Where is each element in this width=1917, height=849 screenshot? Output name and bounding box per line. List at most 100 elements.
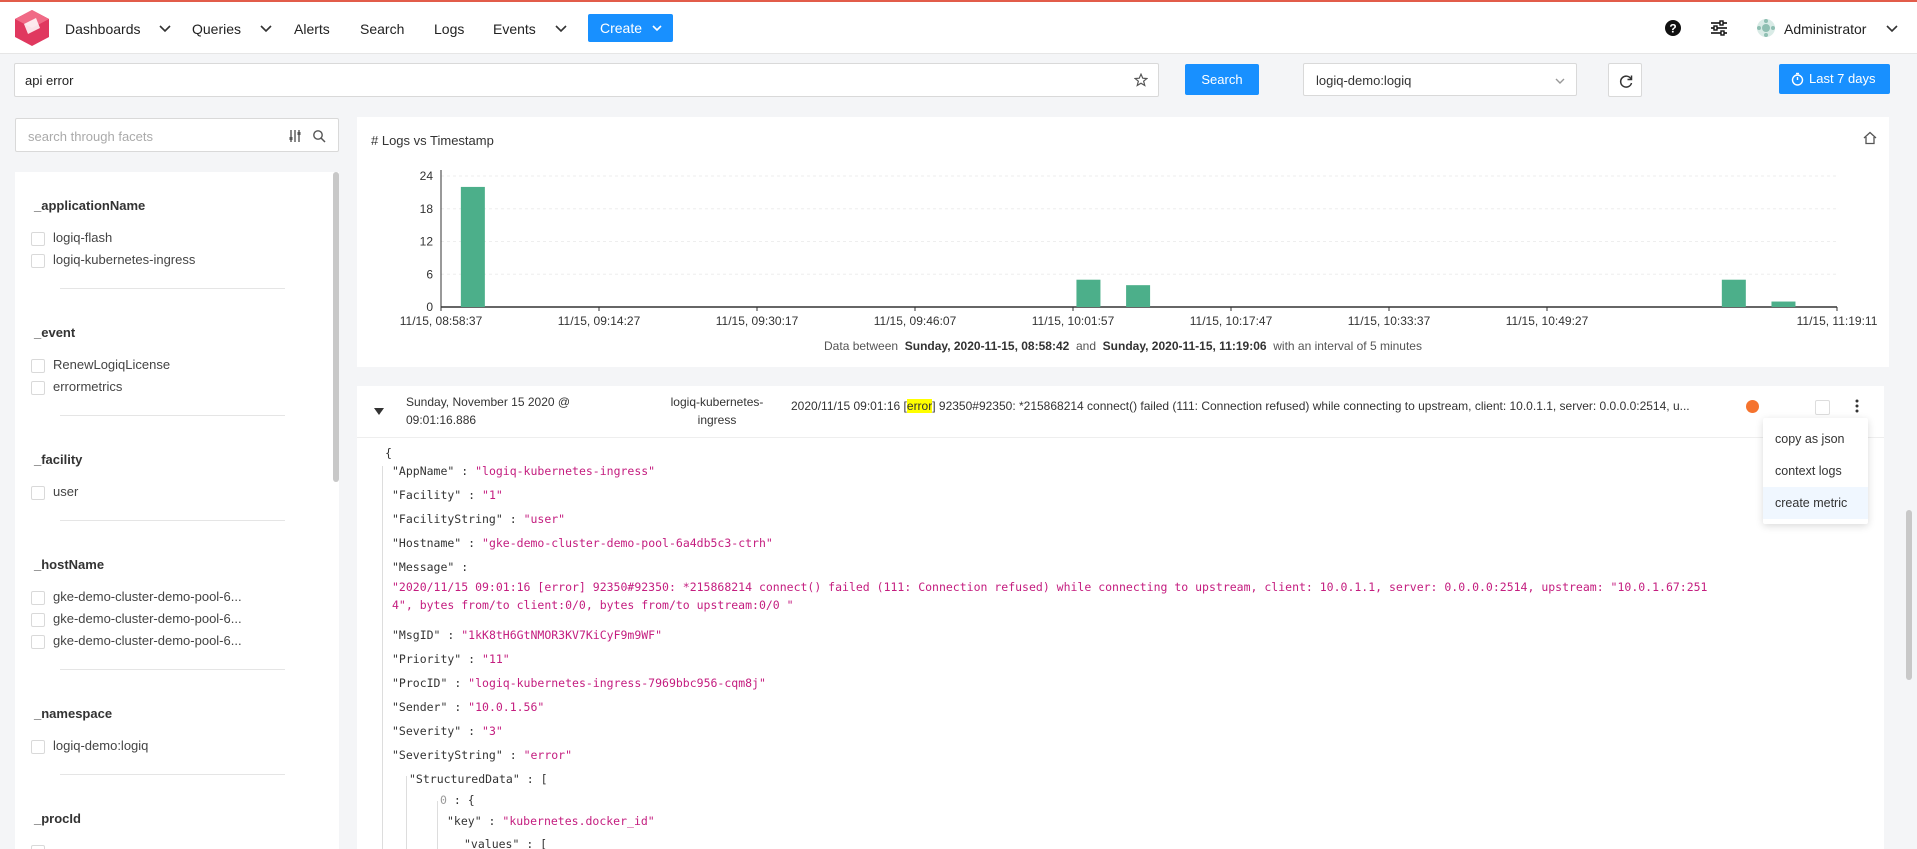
chevron-down-icon[interactable] — [258, 21, 274, 37]
facet-item-label: logiq-kubernetes-ingress — [53, 252, 196, 267]
json-line: "Facility" : "1" — [392, 488, 503, 502]
x-tick-label: 11/15, 10:17:47 — [1190, 314, 1273, 328]
chevron-down-icon — [1555, 78, 1565, 84]
caret-down-icon[interactable] — [374, 408, 384, 416]
log-msg-prefix: 2020/11/15 09:01:16 [ — [791, 399, 907, 413]
checkbox[interactable] — [31, 590, 45, 605]
facet-checkbox-item[interactable] — [31, 842, 53, 849]
help-icon[interactable]: ? — [1663, 18, 1683, 38]
settings-sliders-icon[interactable] — [1709, 18, 1729, 38]
log-timestamp-line1: Sunday, November 15 2020 @ — [406, 395, 571, 409]
json-key: "StructuredData" — [409, 772, 520, 786]
json-key: "values" — [464, 837, 520, 849]
json-value: "1kK8tH6GtNMOR3KV7KiCyF9m9WF" — [461, 628, 663, 642]
facet-checkbox-item[interactable]: RenewLogiqLicense — [31, 356, 170, 374]
json-line: "FacilityString" : "user" — [392, 512, 566, 526]
x-tick-label: 11/15, 08:58:37 — [400, 314, 483, 328]
chevron-down-icon[interactable] — [553, 21, 569, 37]
refresh-button[interactable] — [1608, 63, 1642, 97]
checkbox[interactable] — [31, 612, 45, 627]
json-key: "key" — [447, 814, 482, 828]
json-value: "10.0.1.56" — [468, 700, 545, 714]
nav-search[interactable]: Search — [360, 19, 404, 39]
search-button[interactable]: Search — [1185, 64, 1259, 95]
checkbox[interactable] — [31, 358, 45, 373]
page-scrollbar[interactable] — [1906, 510, 1912, 680]
chart-caption: Data between Sunday, 2020-11-15, 08:58:4… — [357, 339, 1889, 353]
facet-checkbox-item[interactable]: user — [31, 483, 78, 501]
facet-item-label: gke-demo-cluster-demo-pool-6... — [53, 589, 242, 604]
checkbox[interactable] — [31, 485, 45, 500]
nav-queries[interactable]: Queries — [192, 19, 241, 39]
log-message: 2020/11/15 09:01:16 [error] 92350#92350:… — [791, 399, 1741, 413]
json-line: "Priority" : "11" — [392, 652, 510, 666]
more-vertical-icon[interactable] — [1854, 398, 1860, 414]
checkbox[interactable] — [31, 231, 45, 246]
star-icon[interactable] — [1134, 73, 1148, 87]
log-search-input[interactable]: api error — [14, 63, 1159, 97]
facet-divider — [60, 288, 285, 289]
log-row[interactable]: Sunday, November 15 2020 @ 09:01:16.886 … — [357, 386, 1884, 438]
y-tick-label: 0 — [426, 300, 433, 314]
namespace-select[interactable]: logiq-demo:logiq — [1303, 63, 1577, 96]
avatar-icon[interactable] — [1756, 18, 1776, 38]
facet-checkbox-item[interactable]: logiq-demo:logiq — [31, 737, 148, 755]
json-value: "logiq-kubernetes-ingress-7969bbc956-cqm… — [468, 676, 766, 690]
nav-dashboards[interactable]: Dashboards — [65, 19, 141, 39]
search-icon[interactable] — [312, 129, 326, 143]
menu-create-metric[interactable]: create metric — [1763, 487, 1868, 519]
chevron-down-icon — [652, 25, 662, 32]
chevron-down-icon[interactable] — [1884, 21, 1900, 37]
facet-divider — [60, 415, 285, 416]
facet-checkbox-item[interactable]: logiq-flash — [31, 229, 112, 247]
facet-checkbox-item[interactable]: gke-demo-cluster-demo-pool-6... — [31, 588, 242, 606]
facet-checkbox-item[interactable]: errormetrics — [31, 378, 122, 396]
nav-events[interactable]: Events — [493, 19, 536, 39]
menu-copy-as-json[interactable]: copy as json — [1763, 423, 1868, 455]
log-select-checkbox[interactable] — [1815, 400, 1830, 415]
checkbox[interactable] — [31, 253, 45, 268]
nav-logs[interactable]: Logs — [434, 19, 464, 39]
facet-checkbox-item[interactable]: gke-demo-cluster-demo-pool-6... — [31, 632, 242, 650]
top-navigation-bar: Dashboards Queries Alerts Search Logs Ev… — [0, 0, 1917, 54]
checkbox[interactable] — [31, 844, 45, 849]
create-button-label: Create — [600, 20, 643, 36]
json-value: "kubernetes.docker_id" — [502, 814, 655, 828]
facet-scrollbar[interactable] — [333, 172, 339, 482]
filter-toggle-icon[interactable] — [288, 129, 302, 143]
facet-item-label: gke-demo-cluster-demo-pool-6... — [53, 611, 242, 626]
json-key: "FacilityString" — [392, 512, 503, 526]
checkbox[interactable] — [31, 634, 45, 649]
tree-guide — [437, 801, 438, 849]
nav-alerts[interactable]: Alerts — [294, 19, 330, 39]
tree-guide — [406, 776, 407, 849]
json-line: "MsgID" : "1kK8tH6GtNMOR3KV7KiCyF9m9WF" — [392, 628, 663, 642]
json-bracket: { — [467, 793, 475, 807]
json-line: "Severity" : "3" — [392, 724, 503, 738]
json-line: "Message" : — [392, 560, 469, 574]
caption-prefix: Data between — [824, 339, 899, 353]
caption-end: Sunday, 2020-11-15, 11:19:06 — [1102, 339, 1267, 353]
create-button[interactable]: Create — [588, 14, 673, 42]
json-key: "SeverityString" — [392, 748, 503, 762]
json-value: "3" — [482, 724, 503, 738]
chevron-down-icon[interactable] — [157, 21, 173, 37]
facet-checkbox-item[interactable]: gke-demo-cluster-demo-pool-6... — [31, 610, 242, 628]
chart-bar — [1126, 285, 1151, 307]
caption-start: Sunday, 2020-11-15, 08:58:42 — [904, 339, 1070, 353]
facet-item-label: logiq-flash — [53, 230, 113, 245]
facet-search-input[interactable]: search through facets — [15, 118, 339, 152]
facet-divider — [60, 520, 285, 521]
menu-context-logs[interactable]: context logs — [1763, 455, 1868, 487]
time-range-button[interactable]: Last 7 days — [1779, 64, 1890, 94]
json-line: "Sender" : "10.0.1.56" — [392, 700, 545, 714]
logiq-logo-icon[interactable] — [12, 8, 52, 48]
user-menu[interactable]: Administrator — [1784, 19, 1866, 39]
checkbox[interactable] — [31, 739, 45, 754]
json-key: "ProcID" — [392, 676, 448, 690]
facet-panel: _applicationName logiq-flash logiq-kuber… — [15, 172, 339, 849]
json-key: "AppName" — [392, 464, 455, 478]
facet-checkbox-item[interactable]: logiq-kubernetes-ingress — [31, 251, 195, 269]
checkbox[interactable] — [31, 380, 45, 395]
y-tick-label: 12 — [420, 235, 434, 249]
